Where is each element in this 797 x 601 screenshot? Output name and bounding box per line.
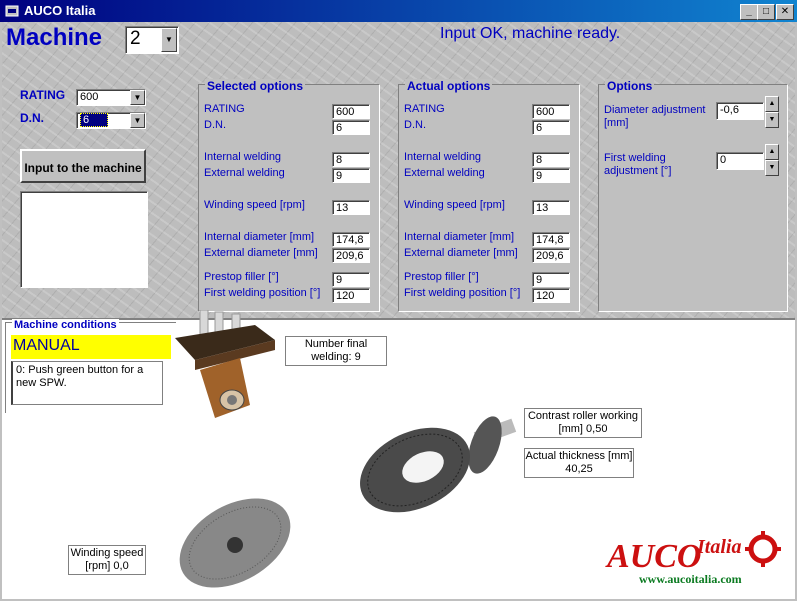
dn-select[interactable]: 6 ▼ (76, 112, 146, 129)
rating-select-value: 600 (80, 91, 99, 103)
diameter-adjustment-unit: [mm] (604, 117, 629, 129)
spin-down-icon[interactable]: ▼ (765, 160, 779, 176)
spin-down-icon[interactable]: ▼ (765, 112, 779, 128)
contrast-roller-box: Contrast roller working [mm] 0,50 (524, 408, 642, 438)
machine-select-value: 2 (130, 28, 141, 49)
chevron-down-icon[interactable]: ▼ (130, 90, 145, 105)
maximize-button[interactable]: □ (757, 4, 775, 20)
machine-select[interactable]: 2 ▼ (125, 26, 179, 54)
actual-options-label: First welding position [°] (404, 287, 521, 299)
selected-options-value[interactable]: 600 (332, 104, 370, 119)
actual-options-value[interactable]: 120 (532, 288, 570, 303)
selected-options-value[interactable]: 174,8 (332, 232, 370, 247)
actual-options-title: Actual options (405, 79, 493, 93)
diameter-adjustment-label: Diameter adjustment (604, 104, 706, 116)
options-title: Options (605, 79, 655, 93)
selected-options-label: Winding speed [rpm] (204, 199, 305, 211)
selected-options-value[interactable]: 6 (332, 120, 370, 135)
winding-roller-image (360, 416, 517, 513)
diameter-adjustment-input[interactable]: -0,6 (716, 102, 764, 120)
winding-speed-box: Winding speed [rpm] 0,0 (68, 545, 146, 575)
actual-options-label: External diameter [mm] (404, 247, 518, 259)
winding-mandrel-image (179, 498, 291, 588)
selected-options-label: Internal diameter [mm] (204, 231, 315, 243)
chevron-down-icon[interactable]: ▼ (130, 113, 145, 128)
actual-options-label: External welding (404, 167, 485, 179)
winding-speed-label: Winding speed (70, 547, 144, 559)
actual-options-value[interactable]: 209,6 (532, 248, 570, 263)
actual-options-label: RATING (404, 103, 445, 115)
selected-options-label: External welding (204, 167, 285, 179)
selected-options-label: D.N. (204, 119, 226, 131)
selected-options-title: Selected options (205, 79, 306, 93)
winding-speed-value: [rpm] 0,0 (85, 560, 129, 572)
number-final-welding-label: Number final (304, 338, 368, 350)
first-welding-adjustment-label: First welding (604, 152, 666, 164)
selected-options-value[interactable]: 120 (332, 288, 370, 303)
spin-up-icon[interactable]: ▲ (765, 144, 779, 160)
selected-options-value[interactable]: 9 (332, 272, 370, 287)
number-final-welding-value: welding: 9 (311, 351, 361, 363)
selected-options-label: RATING (204, 103, 245, 115)
selected-options-label: First welding position [°] (204, 287, 321, 299)
selected-options-value[interactable]: 13 (332, 200, 370, 215)
selected-options-label: Internal welding (204, 151, 282, 163)
condition-message: 0: Push green button for a new SPW. (11, 361, 163, 405)
actual-options-value[interactable]: 13 (532, 200, 570, 215)
status-message: Input OK, machine ready. (440, 25, 621, 42)
selected-options-label: External diameter [mm] (204, 247, 318, 259)
actual-options-value[interactable]: 8 (532, 152, 570, 167)
welding-head-image (175, 310, 275, 418)
dn-select-value: 6 (80, 113, 109, 127)
contrast-roller-value: [mm] 0,50 (558, 423, 608, 435)
actual-options-value[interactable]: 174,8 (532, 232, 570, 247)
selected-options-value[interactable]: 8 (332, 152, 370, 167)
number-final-welding-box: Number final welding: 9 (285, 336, 387, 366)
actual-options-value[interactable]: 9 (532, 272, 570, 287)
app-icon (5, 5, 19, 17)
machine-label: Machine (6, 24, 103, 51)
close-button[interactable]: ✕ (776, 4, 794, 20)
spin-up-icon[interactable]: ▲ (765, 96, 779, 112)
selected-options-value[interactable]: 9 (332, 168, 370, 183)
auco-italia-logo: AUCO Italia www.aucoitalia.com (605, 531, 781, 586)
first-welding-adjustment-unit: adjustment [°] (604, 165, 672, 177)
window-title: AUCO Italia (24, 3, 96, 18)
actual-options-label: Internal welding (404, 151, 482, 163)
input-to-machine-button[interactable]: Input to the machine (20, 149, 146, 183)
minimize-button[interactable]: _ (740, 4, 758, 20)
selected-options-label: Prestop filler [°] (204, 271, 279, 283)
actual-thickness-value: 40,25 (565, 463, 593, 475)
dn-label: D.N. (20, 111, 44, 125)
manual-mode-indicator: MANUAL (11, 335, 171, 359)
rating-label: RATING (20, 88, 66, 102)
svg-text:AUCO: AUCO (605, 538, 701, 575)
conditions-title: Machine conditions (12, 319, 119, 331)
actual-options-label: Winding speed [rpm] (404, 199, 505, 211)
actual-options-value[interactable]: 9 (532, 168, 570, 183)
chevron-down-icon[interactable]: ▼ (161, 28, 177, 52)
actual-thickness-label: Actual thickness [mm] (525, 450, 633, 462)
actual-options-label: Internal diameter [mm] (404, 231, 515, 243)
title-bar[interactable]: AUCO Italia _ □ ✕ (0, 0, 797, 22)
logo-url: www.aucoitalia.com (639, 572, 742, 586)
rating-select[interactable]: 600 ▼ (76, 89, 146, 106)
svg-text:Italia: Italia (696, 536, 741, 558)
selected-options-value[interactable]: 209,6 (332, 248, 370, 263)
actual-options-value[interactable]: 6 (532, 120, 570, 135)
actual-options-label: Prestop filler [°] (404, 271, 479, 283)
first-welding-adjustment-input[interactable]: 0 (716, 152, 764, 170)
actual-options-label: D.N. (404, 119, 426, 131)
actual-thickness-box: Actual thickness [mm] 40,25 (524, 448, 634, 478)
actual-options-value[interactable]: 600 (532, 104, 570, 119)
output-list[interactable] (20, 191, 148, 288)
contrast-roller-label: Contrast roller working (527, 410, 639, 422)
